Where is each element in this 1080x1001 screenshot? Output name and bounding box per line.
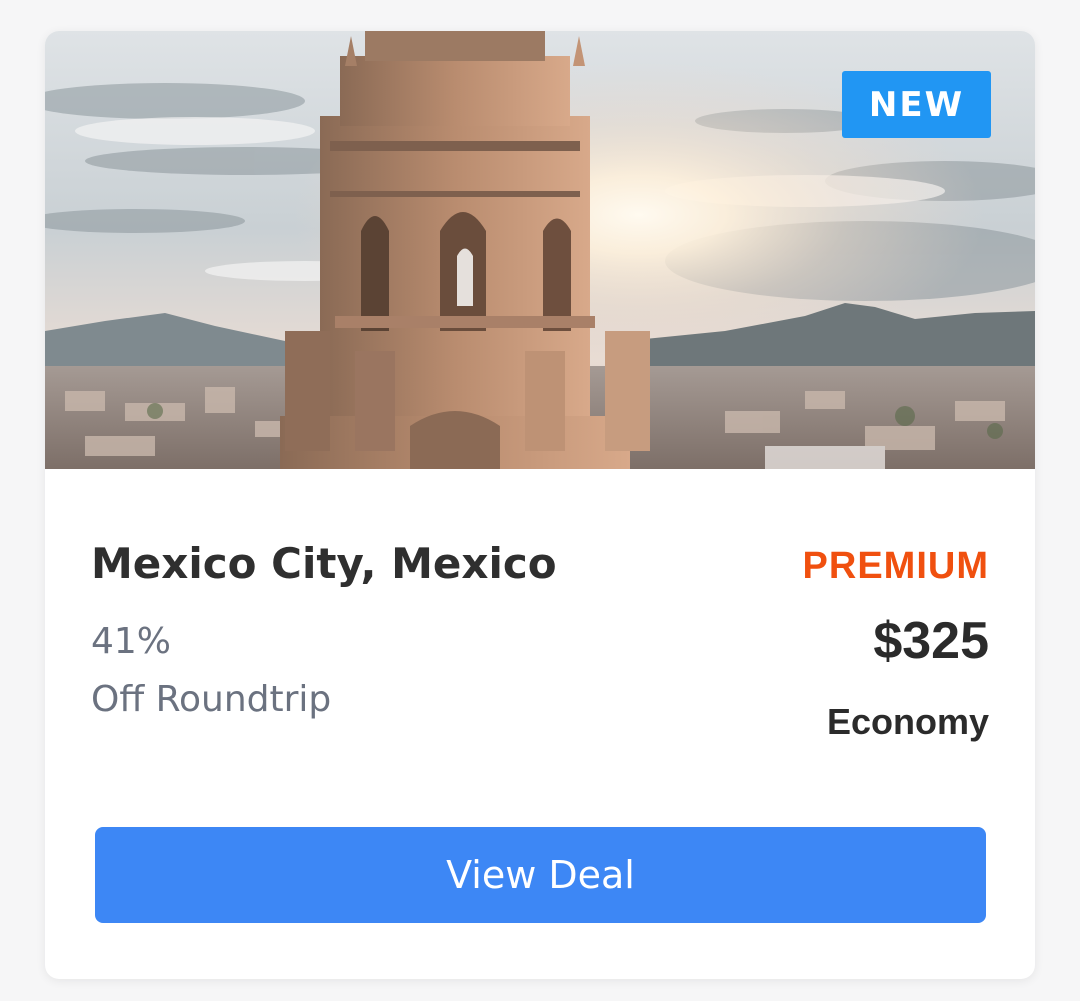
new-badge: NEW (842, 71, 991, 138)
destination-title: Mexico City, Mexico (91, 539, 557, 588)
tier-label: PREMIUM (802, 545, 989, 587)
view-deal-button[interactable]: View Deal (95, 827, 986, 923)
discount-label: Off Roundtrip (91, 679, 332, 720)
discount-percent: 41% (91, 621, 172, 662)
cabin-class: Economy (826, 701, 989, 742)
price: $325 (873, 612, 989, 670)
deal-card: NEW Mexico City, Mexico 41% Off Roundtri… (45, 31, 1035, 979)
